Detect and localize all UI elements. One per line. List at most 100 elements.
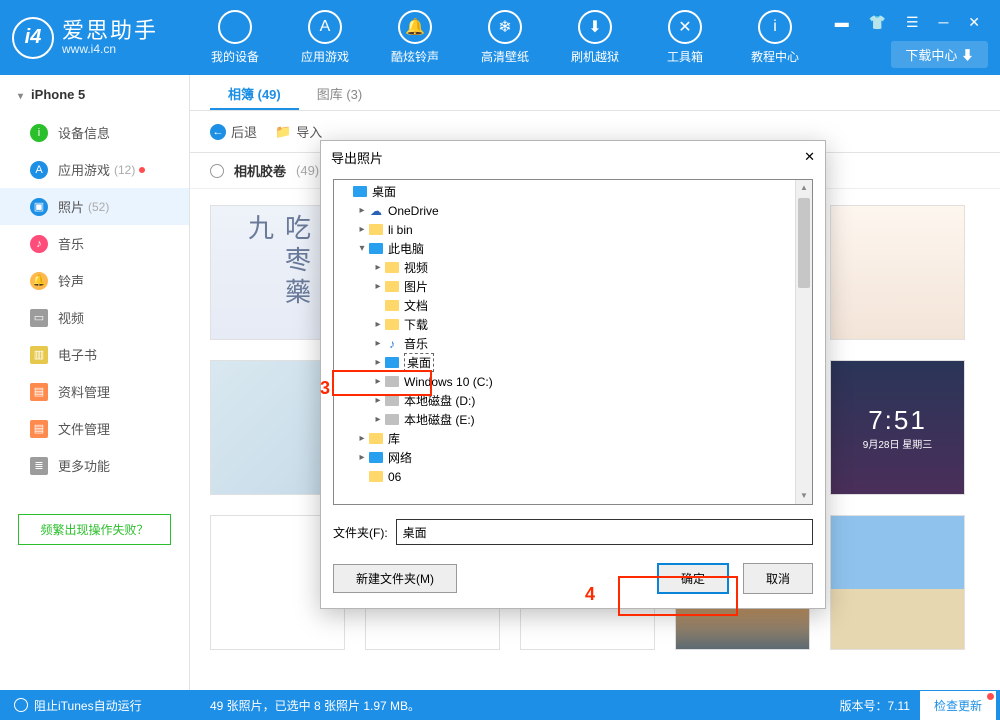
tree-node-icon [384,280,400,294]
import-label: 导入 [296,122,322,141]
topnav-item[interactable]: ❄高清壁纸 [460,10,550,65]
top-nav: 我的设备A应用游戏🔔酷炫铃声❄高清壁纸⬇刷机越狱✕工具箱i教程中心 [190,10,835,65]
tree-row[interactable]: ▸图片 [334,277,795,296]
photo-thumbnail[interactable] [830,205,965,340]
check-update-button[interactable]: 检查更新 [920,691,996,720]
dialog-title: 导出照片 [331,148,383,167]
download-center-button[interactable]: 下载中心 ⬇ [891,41,988,68]
topnav-item[interactable]: ⬇刷机越狱 [550,10,640,65]
scroll-up-icon[interactable]: ▲ [796,180,812,196]
logo-icon: i4 [12,17,54,59]
logo-area: i4 爱思助手 www.i4.cn [0,17,190,59]
tree-row[interactable]: ▸本地磁盘 (E:) [334,410,795,429]
itunes-toggle-label[interactable]: 阻止iTunes自动运行 [34,697,142,714]
sidebar-item-label: 资料管理 [58,382,110,401]
folder-field-label: 文件夹(F): [333,524,388,541]
import-button[interactable]: 📁 导入 [275,122,322,141]
expander-icon[interactable]: ▸ [356,452,368,463]
toggle-icon[interactable] [14,698,28,712]
tree-node-label: li bin [388,223,413,237]
selection-status: 49 张照片，已选中 8 张照片 1.97 MB。 [190,697,840,714]
scrollbar[interactable]: ▲ ▼ [795,180,812,504]
tree-node-icon [368,470,384,484]
tab[interactable]: 图库 (3) [299,75,381,110]
lockscreen-date: 9月28日 星期三 [863,436,932,451]
sidebar-item[interactable]: ▭视频 [0,299,189,336]
photo-thumbnail[interactable]: 7:51 9月28日 星期三 [830,360,965,495]
tree-row[interactable]: 文档 [334,296,795,315]
help-link[interactable]: 频繁出现操作失败？ [18,514,171,545]
tree-node-icon [368,451,384,465]
tree-row[interactable]: ▸ 视频 [334,258,795,277]
tree-row[interactable]: ▸库 [334,429,795,448]
expander-icon[interactable]: ▸ [356,224,368,235]
tree-row[interactable]: ▸下载 [334,315,795,334]
dialog-titlebar[interactable]: 导出照片 ✕ [321,141,825,173]
folder-input[interactable] [396,519,813,545]
topnav-item[interactable]: ✕工具箱 [640,10,730,65]
radio-unselected-icon[interactable] [210,164,224,178]
close-icon[interactable]: ✕ [804,149,815,165]
sidebar-item[interactable]: ▤文件管理 [0,410,189,447]
topnav-item[interactable]: A应用游戏 [280,10,370,65]
tree-row[interactable]: ▸☁OneDrive [334,201,795,220]
annotation-4: 4 [585,584,595,605]
sidebar-item[interactable]: ≣ 更多功能 [0,447,189,484]
topnav-item[interactable]: i教程中心 [730,10,820,65]
tree-node-label: 视频 [404,259,428,276]
scroll-thumb[interactable] [798,198,810,288]
tree-node-label: 文档 [404,297,428,314]
back-button[interactable]: ← 后退 [210,122,257,141]
expander-icon[interactable]: ▸ [356,433,368,444]
tree-node-icon [368,242,384,256]
sidebar-item[interactable]: i设备信息 [0,114,189,151]
expander-icon[interactable]: ▸ [372,281,384,292]
tree-row[interactable]: ▸ 网络 [334,448,795,467]
sidebar-item-icon: ♪ [30,235,48,253]
tree-row[interactable]: 桌面 [334,182,795,201]
sidebar-item-label: 照片 [58,197,84,216]
sidebar-item-count: (52) [88,200,109,214]
tab[interactable]: 相簿 (49) [210,75,299,110]
tree-row[interactable]: ▸ li bin [334,220,795,239]
sidebar-item[interactable]: ▥电子书 [0,336,189,373]
device-header[interactable]: iPhone 5 [0,75,189,114]
expander-icon[interactable]: ▾ [356,243,368,254]
scroll-down-icon[interactable]: ▼ [796,488,812,504]
tree-row[interactable]: ▸♪音乐 [334,334,795,353]
back-label: 后退 [231,122,257,141]
expander-icon[interactable]: ▸ [372,357,384,368]
sidebar-item[interactable]: 🔔铃声 [0,262,189,299]
sidebar-item-label: 视频 [58,308,84,327]
expander-icon[interactable]: ▸ [356,205,368,216]
sidebar-item[interactable]: A应用游戏(12) [0,151,189,188]
expander-icon[interactable]: ▸ [372,262,384,273]
expander-icon[interactable]: ▸ [372,338,384,349]
expander-icon[interactable]: ▸ [372,319,384,330]
photo-thumbnail[interactable] [830,515,965,650]
sidebar: iPhone 5 i设备信息A应用游戏(12)▣照片(52)♪音乐🔔铃声▭视频▥… [0,75,190,690]
cancel-button[interactable]: 取消 [743,563,813,594]
topnav-item[interactable]: 🔔酷炫铃声 [370,10,460,65]
sidebar-item[interactable]: ♪音乐 [0,225,189,262]
sidebar-item[interactable]: ▣照片(52) [0,188,189,225]
window-controls[interactable]: ▬ 👕 ☰ ─ ✕ [835,14,988,31]
sidebar-item-icon: ≣ [30,457,48,475]
sidebar-item[interactable]: ▤ 资料管理 [0,373,189,410]
version-label: 版本号：7.11 [840,697,910,714]
sidebar-item-label: 更多功能 [58,456,110,475]
sidebar-item-label: 文件管理 [58,419,110,438]
folder-tree[interactable]: 桌面▸☁OneDrive▸li bin▾此电脑▸视频▸图片文档▸下载▸♪音乐▸桌… [334,180,795,504]
sidebar-item-label: 铃声 [58,271,84,290]
tree-node-label: 网络 [388,449,412,466]
sidebar-item-icon: ▤ [30,383,48,401]
expander-icon[interactable]: ▸ [372,414,384,425]
expander-icon[interactable]: ▸ [372,395,384,406]
tree-row[interactable]: ▾此电脑 [334,239,795,258]
new-folder-button[interactable]: 新建文件夹(M) [333,564,457,593]
topnav-icon: ⬇ [578,10,612,44]
tree-row[interactable]: 06 [334,467,795,486]
app-title: 爱思助手 [62,20,158,42]
topnav-item[interactable]: 我的设备 [190,10,280,65]
topnav-icon: A [308,10,342,44]
